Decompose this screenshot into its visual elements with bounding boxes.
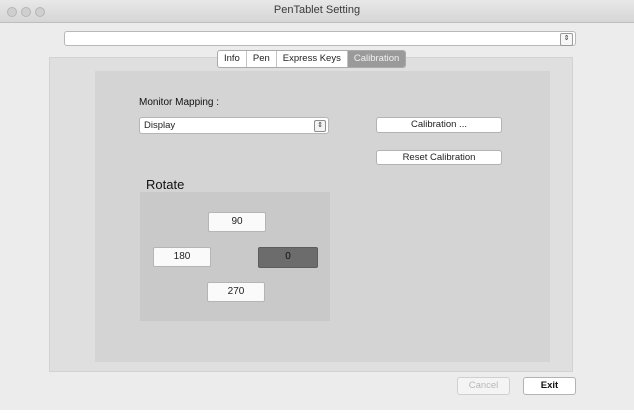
- monitor-mapping-select[interactable]: Display ⇕: [139, 117, 329, 134]
- tab-calibration[interactable]: Calibration: [347, 51, 406, 67]
- tab-bar: Info Pen Express Keys Calibration: [217, 50, 407, 68]
- tab-express-keys[interactable]: Express Keys: [277, 51, 348, 67]
- rotate-90-button[interactable]: 90: [208, 212, 266, 232]
- rotate-label: Rotate: [146, 177, 185, 192]
- cancel-button[interactable]: Cancel: [457, 377, 510, 395]
- title-bar: PenTablet Setting: [0, 0, 634, 23]
- device-select[interactable]: ⇕: [64, 31, 576, 46]
- select-stepper-icon: ⇕: [560, 33, 573, 46]
- select-stepper-icon: ⇕: [314, 120, 326, 132]
- tab-pen[interactable]: Pen: [247, 51, 277, 67]
- monitor-mapping-value: Display: [144, 120, 176, 131]
- tab-info[interactable]: Info: [218, 51, 247, 67]
- exit-button[interactable]: Exit: [523, 377, 576, 395]
- app-window: PenTablet Setting ⇕ Info Pen Express Key…: [0, 0, 634, 410]
- rotate-180-button[interactable]: 180: [153, 247, 211, 267]
- rotate-0-button[interactable]: 0: [258, 247, 318, 268]
- reset-calibration-button[interactable]: Reset Calibration: [376, 150, 502, 165]
- rotate-270-button[interactable]: 270: [207, 282, 265, 302]
- calibration-button[interactable]: Calibration ...: [376, 117, 502, 133]
- window-title: PenTablet Setting: [273, 4, 361, 16]
- monitor-mapping-label: Monitor Mapping :: [139, 97, 220, 108]
